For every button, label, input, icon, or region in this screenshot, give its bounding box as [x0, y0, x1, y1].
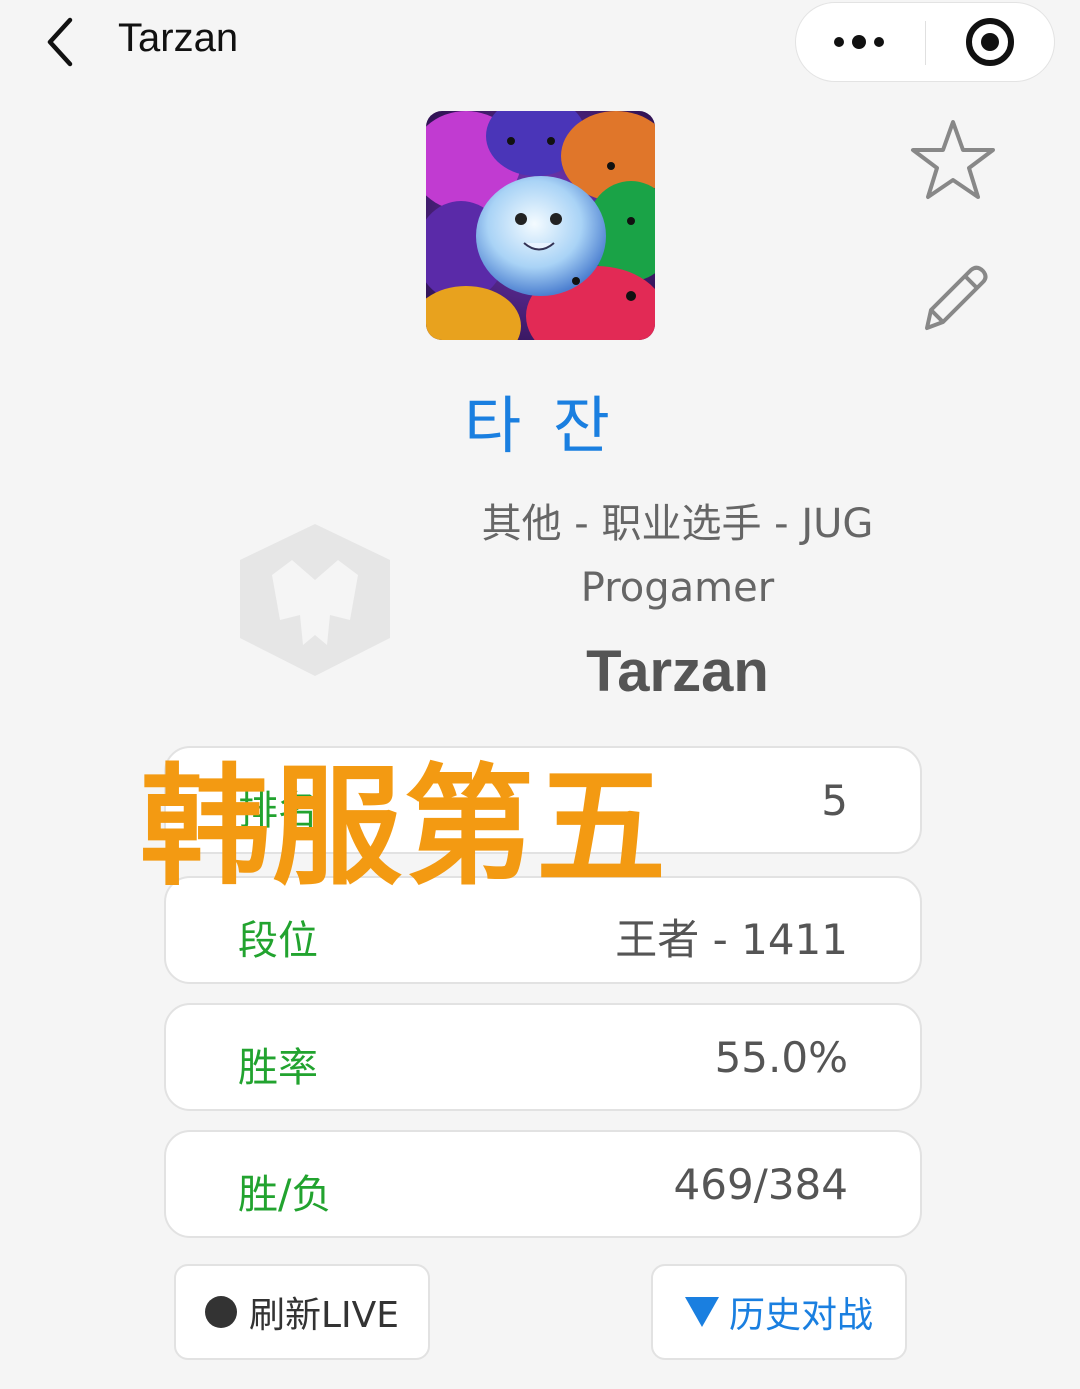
stat-label: 胜率 [238, 1045, 318, 1091]
more-button[interactable] [796, 3, 926, 81]
stat-label: 胜/负 [238, 1172, 332, 1218]
close-mini-program-button[interactable] [926, 3, 1054, 81]
page-title: Tarzan [118, 16, 239, 60]
triangle-down-icon [684, 1297, 719, 1327]
top-nav-bar: Tarzan [0, 0, 1080, 88]
team-logo-watermark [232, 520, 398, 680]
stat-value: 55.0% [714, 1033, 848, 1082]
star-icon [911, 120, 995, 199]
back-button[interactable] [30, 12, 90, 72]
role-text: Progamer [580, 565, 775, 611]
stat-card-winrate: 胜率 55.0% [164, 1003, 922, 1111]
favorite-button[interactable] [905, 112, 1001, 208]
team-role-block: 其他 - 职业选手 - JUG Progamer [420, 492, 935, 620]
stat-value: 469/384 [673, 1160, 848, 1209]
refresh-live-button[interactable]: 刷新LIVE [174, 1264, 430, 1360]
more-dots-icon [834, 35, 884, 49]
target-close-icon [966, 18, 1014, 66]
stat-label: 段位 [238, 918, 318, 964]
edit-button[interactable] [905, 250, 1001, 346]
stat-value: 5 [821, 776, 848, 825]
mini-program-capsule [795, 2, 1055, 82]
history-label: 历史对战 [728, 1295, 873, 1336]
pencil-icon [925, 265, 988, 330]
team-shield-icon [240, 524, 390, 676]
profile-avatar [426, 111, 655, 340]
stat-card-win-loss: 胜/负 469/384 [164, 1130, 922, 1238]
player-game-id: Tarzan [586, 639, 769, 704]
match-history-button[interactable]: 历史对战 [651, 1264, 907, 1360]
team-position-text: 其他 - 职业选手 - JUG [481, 501, 874, 547]
live-dot-icon [204, 1296, 237, 1328]
refresh-label: 刷新LIVE [248, 1295, 400, 1336]
poro-avatar-image [426, 111, 655, 340]
stat-value: 王者 - 1411 [615, 915, 848, 964]
chevron-left-icon [47, 17, 73, 67]
player-real-name: 타 잔 [464, 389, 616, 462]
overlay-caption: 韩服第五 [140, 751, 669, 903]
